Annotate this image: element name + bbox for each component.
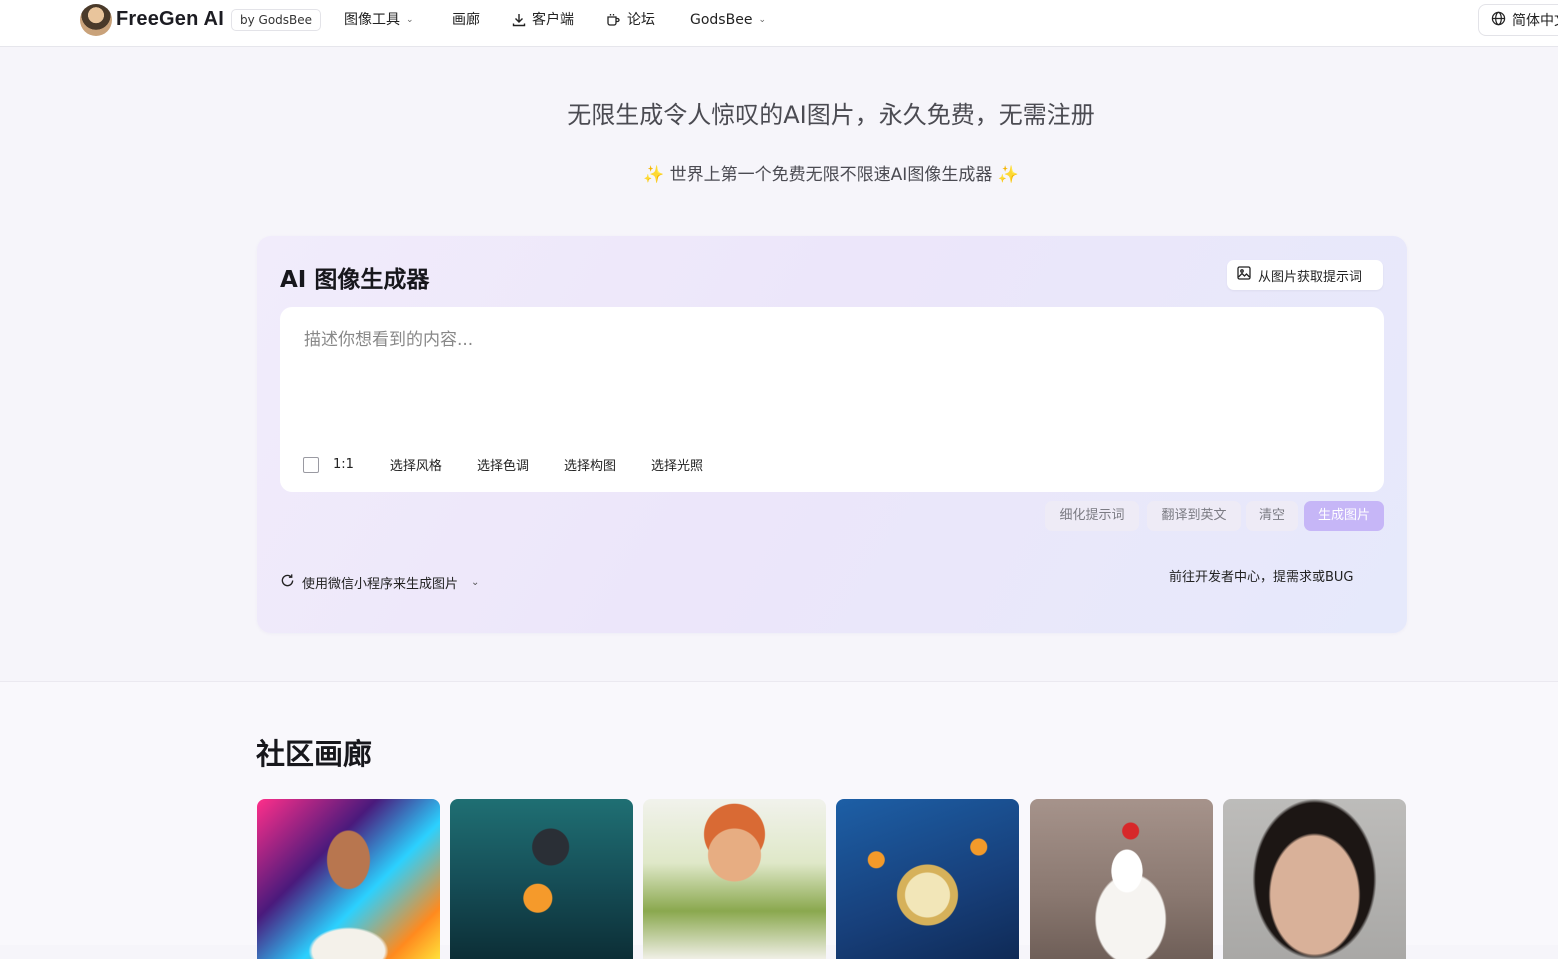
prompt-options-row: 1:1 选择风格 选择色调 选择构图 选择光照 xyxy=(303,455,738,474)
sparkle-icon: ✨ xyxy=(997,165,1019,185)
gallery-image-gems[interactable] xyxy=(836,799,1019,959)
nav-godsbee-label: GodsBee xyxy=(690,12,753,28)
select-composition-button[interactable]: 选择构图 xyxy=(564,455,616,474)
nav-image-tools-label: 图像工具 xyxy=(344,12,400,28)
clear-button[interactable]: 清空 xyxy=(1246,501,1298,531)
by-godsbee-badge[interactable]: by GodsBee xyxy=(231,9,322,31)
nav-gallery-label: 画廊 xyxy=(452,12,480,28)
developer-center-link[interactable]: 前往开发者中心，提需求或BUG xyxy=(1169,566,1354,585)
download-icon xyxy=(512,13,526,27)
gallery-image-baby-flowers[interactable] xyxy=(643,799,826,959)
image-to-prompt-label: 从图片获取提示词 xyxy=(1258,269,1363,285)
gallery-image-portrait[interactable] xyxy=(1223,799,1406,959)
gallery-image-diver-welder[interactable] xyxy=(450,799,633,959)
nav-forum[interactable]: 论坛 xyxy=(606,0,655,40)
chevron-down-icon: ⌄ xyxy=(471,577,480,588)
coffee-cup-icon xyxy=(606,13,621,27)
wechat-link-label: 使用微信小程序来生成图片 xyxy=(302,577,459,592)
wechat-miniprogram-link[interactable]: 使用微信小程序来生成图片 ⌄ xyxy=(280,573,479,592)
generator-card: AI 图像生成器 从图片获取提示词 1:1 选择风格 选择色调 选择构图 选择光… xyxy=(257,236,1407,633)
nav-gallery[interactable]: 画廊 xyxy=(452,0,480,40)
refresh-arrow-icon xyxy=(280,573,295,592)
refine-prompt-button[interactable]: 细化提示词 xyxy=(1045,501,1139,531)
select-style-button[interactable]: 选择风格 xyxy=(390,455,442,474)
generator-title: AI 图像生成器 xyxy=(280,267,430,293)
logo-avatar-icon[interactable] xyxy=(80,4,112,36)
aspect-ratio-selector[interactable]: 1:1 xyxy=(333,457,354,472)
hero-subtitle: 世界上第一个免费无限不限速AI图像生成器 xyxy=(669,165,993,185)
select-tone-button[interactable]: 选择色调 xyxy=(477,455,529,474)
top-nav-bar: FreeGen AI by GodsBee 图像工具 ⌄ 画廊 客户端 论坛 G… xyxy=(0,0,1558,47)
hero-subtitle-row: ✨ 世界上第一个免费无限不限速AI图像生成器 ✨ xyxy=(0,160,1558,185)
gallery-title: 社区画廊 xyxy=(256,737,373,771)
nav-client[interactable]: 客户端 xyxy=(512,0,574,40)
translate-english-button[interactable]: 翻译到英文 xyxy=(1147,501,1241,531)
sparkle-icon: ✨ xyxy=(643,165,665,185)
hero-title: 无限生成令人惊叹的AI图片，永久免费，无需注册 xyxy=(567,101,1095,129)
nav-image-tools[interactable]: 图像工具 ⌄ xyxy=(344,0,414,40)
nav-godsbee[interactable]: GodsBee ⌄ xyxy=(690,0,766,40)
prompt-input[interactable] xyxy=(302,323,1366,437)
chevron-down-icon: ⌄ xyxy=(758,15,766,25)
image-icon xyxy=(1237,266,1251,284)
ratio-checkbox[interactable] xyxy=(303,456,319,473)
gallery-image-neon-girl[interactable] xyxy=(257,799,440,959)
gallery-image-rooster[interactable] xyxy=(1030,799,1213,959)
language-switcher[interactable]: 简体中文 xyxy=(1478,4,1558,36)
chevron-down-icon: ⌄ xyxy=(406,15,414,25)
globe-icon xyxy=(1491,11,1506,30)
image-to-prompt-button[interactable]: 从图片获取提示词 xyxy=(1227,260,1383,290)
language-label: 简体中文 xyxy=(1512,13,1558,29)
prompt-box: 1:1 选择风格 选择色调 选择构图 选择光照 xyxy=(280,307,1384,492)
brand-name[interactable]: FreeGen AI xyxy=(116,8,224,31)
select-lighting-button[interactable]: 选择光照 xyxy=(651,455,703,474)
generate-image-button[interactable]: 生成图片 xyxy=(1304,501,1384,531)
nav-client-label: 客户端 xyxy=(532,12,574,28)
nav-forum-label: 论坛 xyxy=(627,12,655,28)
